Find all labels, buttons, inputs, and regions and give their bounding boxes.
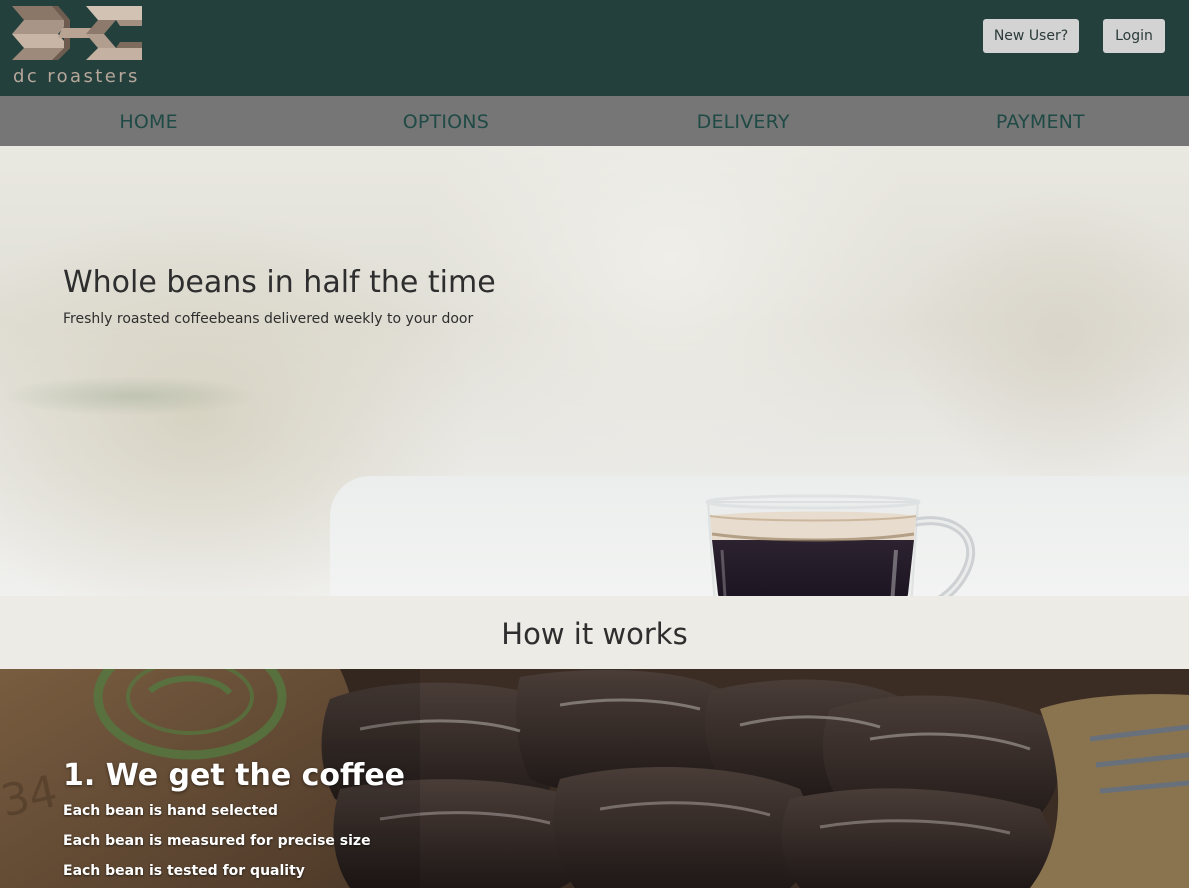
hero-background-blur [0, 376, 260, 416]
top-header: dc roasters New User? Login [0, 0, 1189, 96]
brand-name: dc roasters [13, 66, 140, 87]
coffee-cup-icon [705, 494, 976, 596]
step-detail: Each bean is hand selected [63, 803, 278, 819]
nav-item-payment[interactable]: PAYMENT [892, 96, 1189, 146]
nav-item-options[interactable]: OPTIONS [297, 96, 594, 146]
hero-background-blur [420, 146, 920, 486]
nav-item-home[interactable]: HOME [0, 96, 297, 146]
main-nav: HOME OPTIONS DELIVERY PAYMENT [0, 96, 1189, 146]
how-it-works-banner: How it works [0, 596, 1189, 669]
hero-subtitle: Freshly roasted coffeebeans delivered we… [63, 311, 474, 327]
step-section: 34 1. We get the coffee Each bean is han… [0, 669, 1189, 888]
how-it-works-title: How it works [501, 616, 688, 651]
step-detail: Each bean is measured for precise size [63, 833, 371, 849]
step-detail: Each bean is tested for quality [63, 863, 305, 879]
nav-item-delivery[interactable]: DELIVERY [595, 96, 892, 146]
hero-title: Whole beans in half the time [63, 265, 496, 300]
hero-banner: Whole beans in half the time Freshly roa… [0, 146, 1189, 596]
step-title: 1. We get the coffee [63, 758, 406, 793]
login-button[interactable]: Login [1103, 19, 1165, 53]
new-user-button[interactable]: New User? [983, 19, 1079, 53]
hero-background-blur [900, 186, 1189, 486]
brand-logo[interactable]: dc roasters [12, 6, 144, 88]
dc-logo-icon [12, 6, 142, 60]
